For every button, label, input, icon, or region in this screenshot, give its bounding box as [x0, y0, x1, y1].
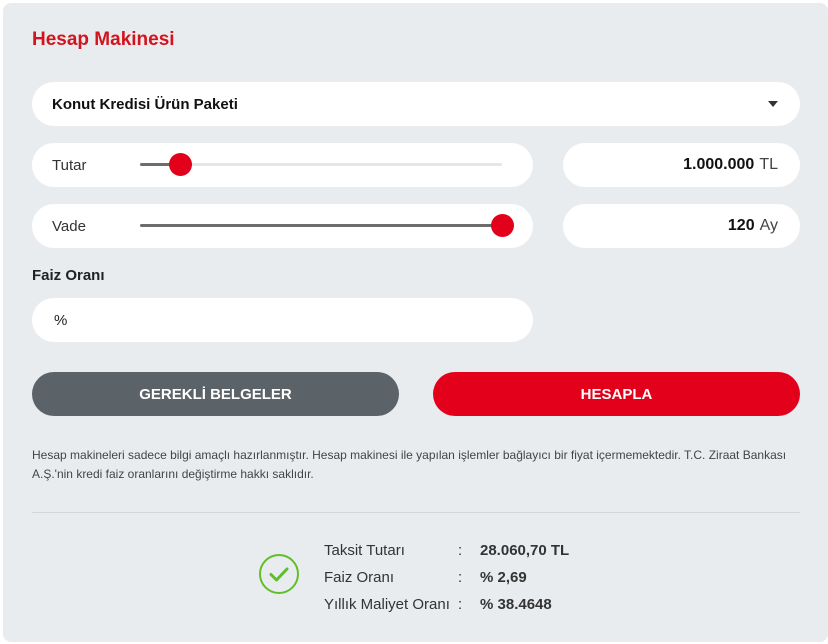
term-label: Vade — [52, 217, 86, 235]
amount-value: 1.000.000 — [683, 156, 755, 173]
result-row-installment: Taksit Tutarı : 28.060,70 TL — [324, 537, 569, 564]
term-slider-track[interactable] — [140, 214, 514, 237]
product-select-value: Konut Kredisi Ürün Paketi — [52, 95, 238, 113]
term-slider-fill — [140, 224, 502, 227]
amount-value-field[interactable]: 1.000.000 TL — [563, 143, 800, 187]
caret-down-icon — [768, 101, 778, 107]
amount-slider-handle[interactable] — [168, 153, 192, 176]
amount-unit: TL — [759, 156, 778, 173]
result-separator: : — [458, 542, 463, 559]
interest-rate-label: Faiz Oranı — [32, 267, 105, 284]
calculate-button[interactable]: HESAPLA — [433, 372, 800, 416]
check-circle-icon — [259, 554, 299, 594]
amount-slider-track[interactable] — [140, 153, 502, 176]
result-value: % 2,69 — [480, 569, 527, 586]
amount-label: Tutar — [52, 156, 87, 174]
result-row-interest-rate: Faiz Oranı : % 2,69 — [324, 564, 569, 591]
result-label: Faiz Oranı — [324, 569, 395, 586]
interest-rate-input[interactable] — [32, 298, 533, 342]
page-title: Hesap Makinesi — [32, 29, 175, 50]
result-separator: : — [458, 596, 463, 613]
term-value-field[interactable]: 120 Ay — [563, 204, 800, 248]
divider — [32, 512, 800, 513]
calculator-panel: Hesap Makinesi Konut Kredisi Ürün Paketi… — [3, 3, 828, 642]
result-separator: : — [458, 569, 463, 586]
result-row-annual-cost-rate: Yıllık Maliyet Oranı : % 38.4648 — [324, 591, 569, 618]
result-value: 28.060,70 TL — [480, 542, 570, 559]
disclaimer-text: Hesap makineleri sadece bilgi amaçlı haz… — [32, 448, 787, 481]
term-slider-row: Vade — [32, 204, 533, 248]
results-list: Taksit Tutarı : 28.060,70 TL Faiz Oranı … — [324, 537, 569, 618]
result-label: Yıllık Maliyet Oranı — [324, 596, 450, 613]
result-label: Taksit Tutarı — [324, 542, 405, 559]
required-documents-button[interactable]: GEREKLİ BELGELER — [32, 372, 399, 416]
term-value: 120 — [727, 217, 755, 234]
term-unit: Ay — [759, 217, 778, 234]
result-value: % 38.4648 — [480, 596, 552, 613]
term-slider-handle[interactable] — [491, 214, 514, 237]
product-select[interactable]: Konut Kredisi Ürün Paketi — [32, 82, 800, 126]
amount-slider-row: Tutar — [32, 143, 533, 187]
